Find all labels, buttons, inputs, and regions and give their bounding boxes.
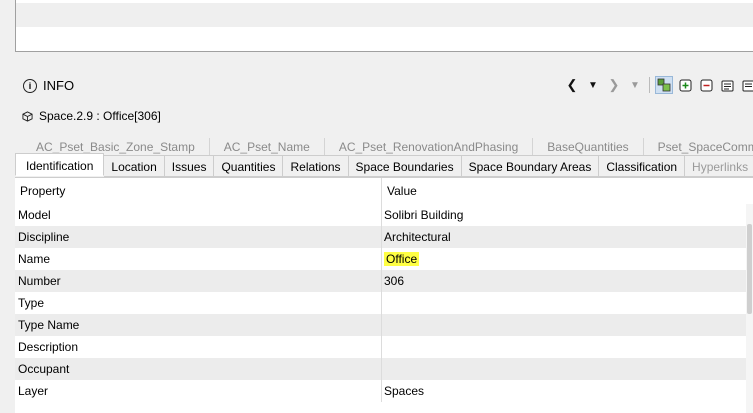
tab-identification[interactable]: Identification: [15, 153, 104, 176]
table-row[interactable]: Name Office: [15, 248, 746, 270]
property-cell: Number: [15, 270, 61, 292]
chevron-left-icon[interactable]: ❮: [563, 76, 581, 94]
property-cell: Type: [15, 292, 44, 314]
selected-object-label: Space.2.9 : Office[306]: [39, 109, 161, 123]
chevron-right-icon[interactable]: ❯: [605, 76, 623, 94]
table-header: Property Value: [15, 178, 746, 204]
property-cell: Name: [15, 248, 50, 270]
scrollbar-thumb[interactable]: [747, 224, 752, 314]
list-icon[interactable]: [739, 76, 753, 94]
value-cell: Office: [381, 248, 748, 270]
tab-space-boundary-areas[interactable]: Space Boundary Areas: [462, 155, 600, 177]
tab-issues[interactable]: Issues: [165, 155, 215, 177]
info-header: i INFO: [23, 78, 74, 93]
upper-panel: [15, 0, 753, 52]
table-row[interactable]: Model Solibri Building: [15, 204, 746, 226]
dropdown-icon[interactable]: ▼: [584, 76, 602, 94]
property-cell: Type Name: [15, 314, 79, 336]
property-cell: Model: [15, 204, 51, 226]
tab-hyperlinks[interactable]: Hyperlinks: [685, 155, 753, 177]
value-cell: Solibri Building: [381, 204, 748, 226]
tab-classification[interactable]: Classification: [599, 155, 685, 177]
property-cell: Discipline: [15, 226, 69, 248]
tab-location[interactable]: Location: [104, 155, 164, 177]
column-header-property[interactable]: Property: [15, 178, 65, 204]
table-body: Model Solibri Building Discipline Archit…: [15, 204, 746, 402]
selected-object: Space.2.9 : Office[306]: [22, 109, 161, 123]
column-header-value[interactable]: Value: [381, 178, 417, 204]
property-cell: Occupant: [15, 358, 69, 380]
table-row[interactable]: Number 306: [15, 270, 746, 292]
value-cell: [381, 336, 748, 358]
value-cell: Spaces: [381, 380, 748, 402]
list-add-icon[interactable]: [718, 76, 736, 94]
value-cell: [381, 314, 748, 336]
main-tabs: Identification Location Issues Quantitie…: [15, 155, 753, 177]
upper-panel-row: [16, 3, 753, 27]
value-cell: [381, 358, 748, 380]
value-cell: 306: [381, 270, 748, 292]
table-row[interactable]: Discipline Architectural: [15, 226, 746, 248]
property-cell: Layer: [15, 380, 48, 402]
remove-icon[interactable]: [697, 76, 715, 94]
value-cell: [381, 292, 748, 314]
info-panel: i INFO ❮ ▼ ❯ ▼ Space.2.9 : Office[306] A…: [15, 68, 753, 412]
info-title: INFO: [43, 78, 74, 93]
vertical-scrollbar[interactable]: [746, 204, 753, 413]
add-icon[interactable]: [676, 76, 694, 94]
table-row[interactable]: Description: [15, 336, 746, 358]
properties-table: Property Value Model Solibri Building Di…: [15, 177, 753, 413]
highlighted-value: Office: [384, 252, 419, 266]
dropdown-icon[interactable]: ▼: [626, 76, 644, 94]
table-row[interactable]: Type: [15, 292, 746, 314]
tab-quantities[interactable]: Quantities: [214, 155, 283, 177]
select-components-icon[interactable]: [655, 76, 673, 94]
tab-space-boundaries[interactable]: Space Boundaries: [349, 155, 462, 177]
property-cell: Description: [15, 336, 78, 358]
toolbar-separator: [649, 77, 650, 93]
table-row[interactable]: Occupant: [15, 358, 746, 380]
info-toolbar: ❮ ▼ ❯ ▼: [563, 76, 753, 94]
info-icon: i: [23, 79, 37, 93]
table-row[interactable]: Layer Spaces: [15, 380, 746, 402]
tab-relations[interactable]: Relations: [283, 155, 348, 177]
cube-icon: [22, 111, 33, 122]
value-cell: Architectural: [381, 226, 748, 248]
table-row[interactable]: Type Name: [15, 314, 746, 336]
